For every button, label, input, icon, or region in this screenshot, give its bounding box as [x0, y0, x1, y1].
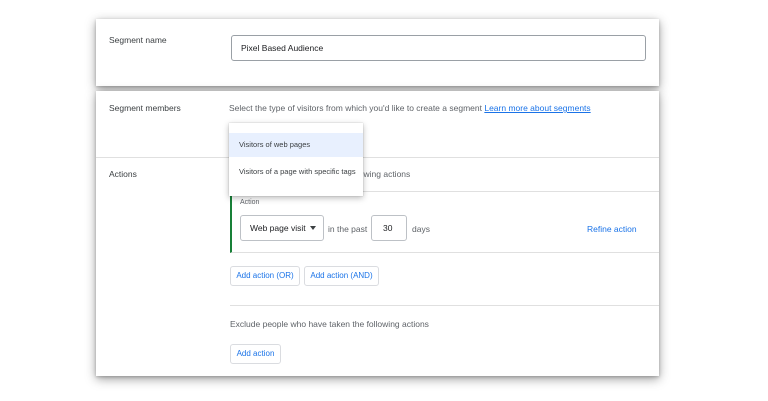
segment-name-input[interactable]: Pixel Based Audience — [231, 35, 646, 61]
divider — [96, 157, 659, 158]
caret-down-icon — [310, 226, 316, 230]
dropdown-option-specific-tags[interactable]: Visitors of a page with specific tags — [229, 160, 363, 184]
segment-name-card: Segment name Pixel Based Audience — [96, 19, 659, 86]
actions-label: Actions — [109, 169, 137, 179]
segment-members-description: Select the type of visitors from which y… — [229, 103, 591, 113]
segment-members-description-text: Select the type of visitors from which y… — [229, 103, 482, 113]
exclude-description: Exclude people who have taken the follow… — [230, 319, 429, 329]
add-action-and-button[interactable]: Add action (AND) — [304, 266, 379, 286]
add-exclude-action-button[interactable]: Add action — [230, 344, 281, 364]
refine-action-link[interactable]: Refine action — [587, 224, 637, 234]
learn-more-link[interactable]: Learn more about segments — [484, 103, 590, 113]
actions-description: llowing actions — [355, 169, 411, 179]
dropdown-option-web-pages[interactable]: Visitors of web pages — [229, 133, 363, 157]
action-field-label: Action — [240, 199, 260, 206]
segment-settings-card: Segment members Select the type of visit… — [96, 91, 659, 376]
action-box: Action Web page visit in the past 30 day… — [230, 191, 659, 253]
segment-name-label: Segment name — [109, 35, 167, 45]
visitor-type-dropdown: Visitors of web pages Visitors of a page… — [229, 123, 363, 196]
days-label: days — [412, 224, 430, 234]
days-input[interactable]: 30 — [371, 215, 407, 241]
segment-members-label: Segment members — [109, 103, 181, 113]
in-the-past-label: in the past — [328, 224, 368, 234]
action-type-value: Web page visit — [250, 223, 306, 233]
divider — [230, 305, 659, 306]
action-type-select[interactable]: Web page visit — [240, 215, 324, 241]
add-action-or-button[interactable]: Add action (OR) — [230, 266, 300, 286]
